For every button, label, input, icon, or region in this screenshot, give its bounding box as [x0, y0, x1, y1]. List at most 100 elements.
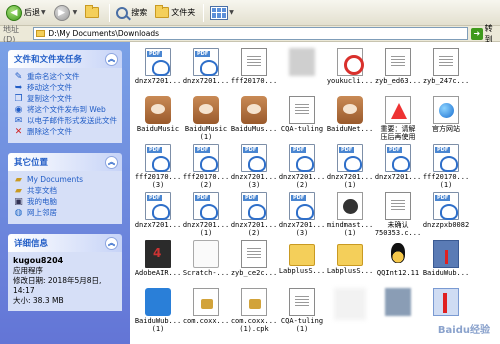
task-label: 将这个文件发布到 Web — [27, 105, 106, 114]
task-move[interactable]: ➥ 移动这个文件 — [13, 83, 117, 93]
folders-button[interactable]: 文件夹 — [152, 2, 198, 24]
file-item[interactable]: com.coxx... — [181, 288, 231, 338]
back-button[interactable]: ◀ 后退 ▼ — [3, 2, 49, 24]
place-shared-documents[interactable]: ▰ 共享文档 — [13, 186, 117, 196]
file-item[interactable]: zyb_247c... — [421, 48, 471, 98]
collapse-chevron-icon[interactable]: ︽ — [105, 236, 118, 250]
file-item[interactable]: dnzx7201... — [133, 48, 183, 98]
file-item[interactable]: dnzzpxb0082 — [421, 192, 471, 242]
file-label: mindmast... (1) — [326, 221, 374, 237]
file-item[interactable] — [325, 288, 375, 338]
file-item[interactable]: dnzx7201... — [181, 48, 231, 98]
qq-file-icon — [385, 240, 411, 268]
views-button[interactable]: ▼ — [207, 2, 237, 24]
baidu-file-icon — [337, 96, 363, 124]
file-item[interactable]: dnzx7201... (3) — [229, 144, 279, 194]
place-my-documents[interactable]: ▰ My Documents — [13, 175, 117, 185]
file-label: dnzx7201... (1) — [326, 173, 374, 189]
details-pane-header[interactable]: 详细信息 ︽ — [8, 234, 122, 252]
file-item[interactable]: com.coxx... (1).cpk — [229, 288, 279, 338]
place-network[interactable]: ◍ 网上邻居 — [13, 208, 117, 218]
blurpatch-file-icon — [334, 288, 366, 320]
task-label: 重命名这个文件 — [27, 72, 80, 81]
email-icon: ✉ — [14, 116, 23, 126]
file-label: dnzzpxb0082 — [422, 221, 470, 229]
file-label: zyb_247c... — [422, 77, 470, 85]
file-item[interactable]: fff20170... (2) — [181, 144, 231, 194]
file-item[interactable]: BaiduWub... (1) — [133, 288, 183, 338]
file-item[interactable]: dnzx7201... (1) — [181, 192, 231, 242]
file-item[interactable]: 未确认 750353.c... — [373, 192, 423, 242]
details-pane: 详细信息 ︽ kugou8204 应用程序 修改日期: 2018年5月8日, 1… — [8, 234, 122, 311]
folder-file-icon — [337, 244, 363, 266]
file-item[interactable]: dnzx7201... (2) — [277, 144, 327, 194]
file-item[interactable]: dnzx7201... (2) — [229, 192, 279, 242]
place-label: 我的电脑 — [27, 197, 57, 206]
file-item[interactable]: zyb_ed63... — [373, 48, 423, 98]
file-list-view[interactable]: dnzx7201...dnzx7201...fff20170...youkucl… — [130, 42, 500, 344]
file-label: com.coxx... — [182, 317, 230, 325]
task-delete[interactable]: ✕ 删除这个文件 — [13, 127, 117, 137]
task-copy[interactable]: ❐ 复制这个文件 — [13, 94, 117, 104]
task-rename[interactable]: ✎ 重命名这个文件 — [13, 72, 117, 82]
file-item[interactable]: BaiduMusic — [133, 96, 183, 146]
file-item[interactable]: QQInt12.11 — [373, 240, 423, 290]
file-item[interactable]: fff20170... (3) — [133, 144, 183, 194]
file-item[interactable]: 重要：请解 压后再使用 — [373, 96, 423, 146]
doc-file-icon — [241, 48, 267, 76]
file-item[interactable] — [373, 288, 423, 338]
file-item[interactable]: dnzx7201... (1) — [325, 144, 375, 194]
file-item[interactable]: fff20170... (1) — [421, 144, 471, 194]
tasks-pane-title: 文件和文件夹任务 — [14, 55, 83, 65]
search-button[interactable]: 搜索 — [113, 2, 150, 24]
delete-icon: ✕ — [14, 127, 23, 137]
file-item[interactable]: AdobeAIR... — [133, 240, 183, 290]
pdf-file-icon — [385, 144, 411, 172]
places-pane-header[interactable]: 其它位置 ︽ — [8, 153, 122, 171]
address-bar: 地址(D) D:\My Documents\Downloads ➜ 转到 — [0, 24, 500, 44]
file-item[interactable]: LabplusS... — [277, 240, 327, 290]
file-label: dnzx7201... — [134, 221, 182, 229]
red-file-icon — [337, 48, 364, 76]
task-publish-web[interactable]: ◉ 将这个文件发布到 Web — [13, 105, 117, 115]
file-item[interactable]: CQA-tuling (1) — [277, 288, 327, 338]
file-grid: dnzx7201...dnzx7201...fff20170...youkucl… — [130, 42, 500, 344]
collapse-chevron-icon[interactable]: ︽ — [105, 155, 118, 169]
file-label: zyb_ce2c... — [230, 269, 278, 277]
file-item[interactable]: BaiduMus... — [229, 96, 279, 146]
gray-file-icon — [385, 288, 411, 316]
pdf-file-icon — [433, 192, 459, 220]
file-label: 重要：请解 压后再使用 — [380, 125, 416, 141]
forward-button[interactable]: ▶ ▼ — [51, 2, 81, 24]
file-label: zyb_ed63... — [374, 77, 422, 85]
file-item[interactable] — [277, 48, 327, 98]
up-button[interactable] — [82, 2, 104, 24]
globe-file-icon — [433, 96, 459, 124]
doc-file-icon — [289, 96, 315, 124]
file-label: youkucli... — [326, 77, 374, 85]
collapse-chevron-icon[interactable]: ︽ — [105, 52, 118, 66]
file-item[interactable]: dnzx7201... — [133, 192, 183, 242]
file-item[interactable]: dnzx7201... (3) — [277, 192, 327, 242]
move-icon: ➥ — [14, 83, 23, 93]
file-item[interactable]: 官方网站 — [421, 96, 471, 146]
file-item[interactable]: BaiduWub... — [421, 240, 471, 290]
file-item[interactable]: CQA-tuling — [277, 96, 327, 146]
pdf-file-icon — [241, 144, 267, 172]
file-item[interactable]: dnzx7201... — [373, 144, 423, 194]
network-icon: ◍ — [14, 208, 23, 218]
file-item[interactable]: zyb_ce2c... — [229, 240, 279, 290]
file-label: BaiduMusic — [136, 125, 180, 133]
address-input[interactable]: D:\My Documents\Downloads — [33, 27, 469, 40]
task-label: 移动这个文件 — [27, 83, 72, 92]
task-email[interactable]: ✉ 以电子邮件形式发送此文件 — [13, 116, 117, 126]
file-item[interactable]: youkucli... — [325, 48, 375, 98]
file-item[interactable]: BaiduNet... — [325, 96, 375, 146]
place-my-computer[interactable]: ▣ 我的电脑 — [13, 197, 117, 207]
tasks-pane-header[interactable]: 文件和文件夹任务 ︽ — [8, 50, 122, 68]
file-item[interactable]: BaiduMusic (1) — [181, 96, 231, 146]
file-item[interactable]: mindmast... (1) — [325, 192, 375, 242]
file-item[interactable]: Scratch-... — [181, 240, 231, 290]
file-item[interactable]: LabplusS... — [325, 240, 375, 290]
file-item[interactable]: fff20170... — [229, 48, 279, 98]
